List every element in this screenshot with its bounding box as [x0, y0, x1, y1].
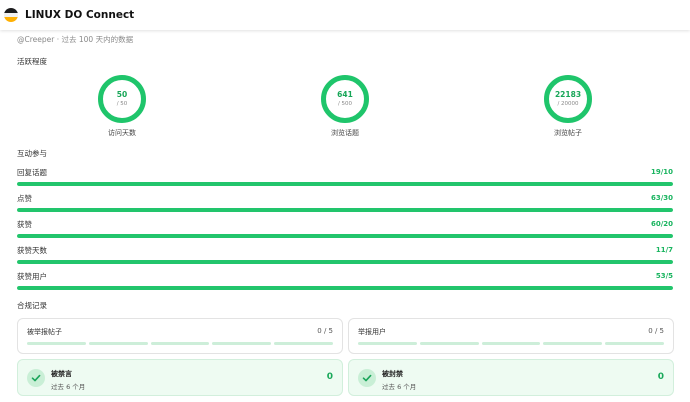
progress-track — [17, 234, 673, 238]
progress-track — [17, 286, 673, 290]
status-count: 0 — [326, 372, 333, 382]
reported-users-card: 举报用户 0 / 5 — [348, 318, 674, 354]
segment — [88, 342, 148, 345]
segment — [481, 342, 541, 345]
card-title: 被举报帖子 — [27, 328, 62, 336]
ring-value: 22183 — [554, 90, 582, 99]
segment-bar — [27, 342, 333, 345]
progress-row-value: 53/5 — [655, 272, 673, 280]
progress-row-liked-users: 获赞用户 53/5 — [17, 271, 673, 293]
progress-row-value: 63/30 — [650, 194, 673, 202]
trust-level-panel: @Creeper · 过去 100 天内的数据 活跃程度 50 / 50 访问天… — [0, 30, 690, 402]
ring-value: 641 — [337, 90, 353, 99]
progress-track — [17, 182, 673, 186]
ring-stat-visit-days: 50 / 50 访问天数 — [77, 75, 167, 138]
progress-row-label: 获赞天数 — [17, 246, 47, 255]
progress-row-value: 60/20 — [650, 220, 673, 228]
ring-stat-topics-viewed: 641 / 500 浏览话题 — [300, 75, 390, 138]
status-count: 0 — [657, 372, 664, 382]
progress-row-liked-days: 获赞天数 11/7 — [17, 245, 673, 267]
app-header: LINUX DO Connect — [0, 0, 690, 30]
segment — [274, 342, 333, 345]
progress-row-replies: 回复话题 19/10 — [17, 167, 673, 189]
user-period-subtitle: @Creeper · 过去 100 天内的数据 — [17, 35, 134, 44]
ring-stat-posts-read: 22183 / 20000 浏览帖子 — [523, 75, 613, 138]
ring-target: / 500 — [337, 101, 353, 107]
status-title: 被禁言 — [51, 370, 72, 378]
card-count: 0 / 5 — [648, 327, 664, 335]
progress-ring: 22183 / 20000 — [544, 75, 592, 123]
ring-target: / 20000 — [557, 101, 579, 107]
segment — [212, 342, 272, 345]
ring-label: 浏览话题 — [331, 129, 359, 137]
segment — [605, 342, 664, 345]
progress-track — [17, 260, 673, 264]
ring-label: 访问天数 — [108, 129, 136, 137]
linux-do-logo-icon — [4, 8, 18, 22]
progress-fill — [17, 260, 673, 264]
progress-track — [17, 208, 673, 212]
status-title: 被封禁 — [382, 370, 403, 378]
check-circle-icon — [358, 369, 376, 387]
progress-row-label: 点赞 — [17, 194, 32, 203]
progress-ring: 641 / 500 — [321, 75, 369, 123]
progress-row-label: 获赞 — [17, 220, 32, 229]
progress-row-likes-given: 点赞 63/30 — [17, 193, 673, 215]
suspended-status-card: 被封禁 过去 6 个月 0 — [348, 359, 674, 396]
card-title: 举报用户 — [358, 328, 386, 336]
progress-row-label: 获赞用户 — [17, 272, 47, 281]
progress-row-likes-received: 获赞 60/20 — [17, 219, 673, 241]
activity-section-label: 活跃程度 — [17, 57, 47, 66]
progress-ring: 50 / 50 — [98, 75, 146, 123]
compliance-section-label: 合规记录 — [17, 301, 47, 310]
app-title: LINUX DO Connect — [25, 9, 135, 21]
status-period: 过去 6 个月 — [51, 383, 86, 391]
segment — [27, 342, 86, 345]
segment-bar — [358, 342, 664, 345]
progress-fill — [17, 286, 673, 290]
check-circle-icon — [27, 369, 45, 387]
progress-fill — [17, 182, 673, 186]
ring-label: 浏览帖子 — [554, 129, 582, 137]
segment — [358, 342, 417, 345]
segment — [419, 342, 479, 345]
progress-fill — [17, 208, 673, 212]
progress-row-value: 11/7 — [655, 246, 673, 254]
card-count: 0 / 5 — [317, 327, 333, 335]
ring-target: / 50 — [116, 101, 128, 107]
segment — [150, 342, 210, 345]
progress-row-label: 回复话题 — [17, 168, 47, 177]
progress-fill — [17, 234, 673, 238]
interaction-section-label: 互动参与 — [17, 149, 47, 158]
silenced-status-card: 被禁言 过去 6 个月 0 — [17, 359, 343, 396]
reported-posts-card: 被举报帖子 0 / 5 — [17, 318, 343, 354]
progress-row-value: 19/10 — [650, 168, 673, 176]
ring-value: 50 — [116, 90, 128, 99]
status-period: 过去 6 个月 — [382, 383, 417, 391]
segment — [543, 342, 603, 345]
